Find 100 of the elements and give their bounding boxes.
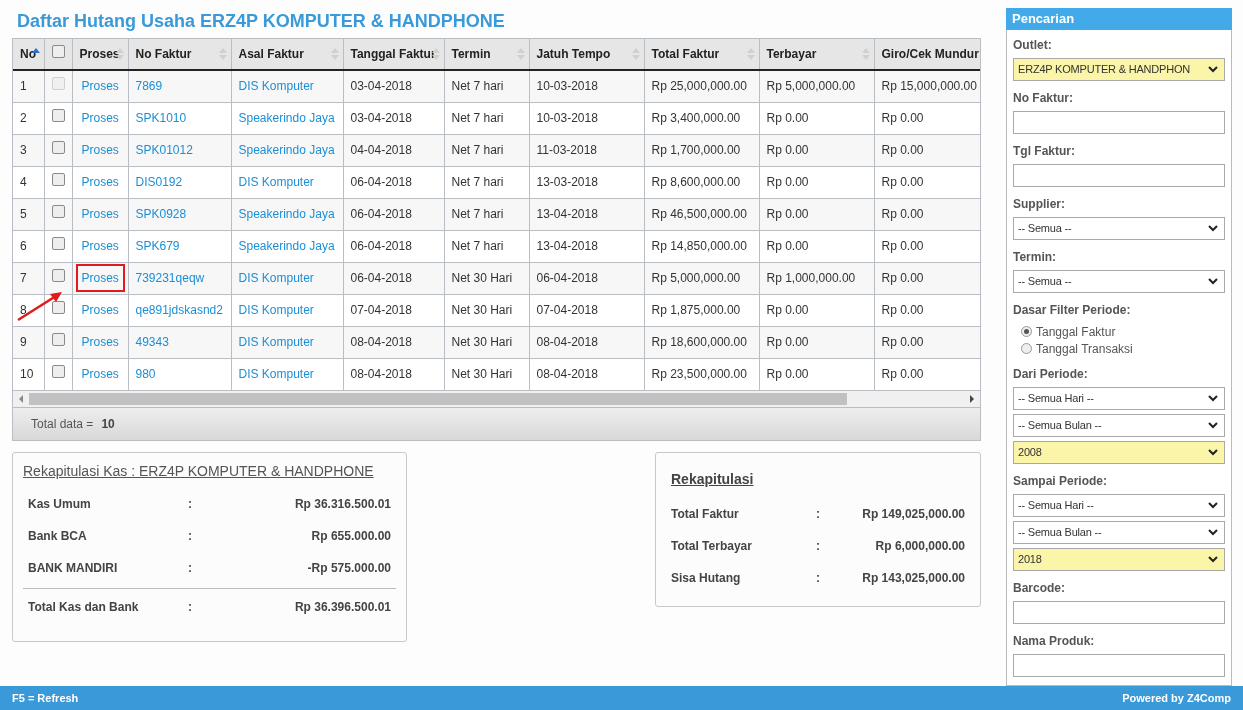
table-cell: 03-04-2018 (343, 102, 444, 134)
link-cell[interactable]: SPK01012 (128, 134, 231, 166)
table-cell: 13-03-2018 (529, 166, 644, 198)
link-cell[interactable]: DIS Komputer (231, 262, 343, 294)
link-cell[interactable]: SPK1010 (128, 102, 231, 134)
column-header[interactable]: Termin (444, 39, 529, 70)
dropdown[interactable]: -- Semua Hari -- (1013, 387, 1225, 410)
checkbox[interactable] (51, 173, 65, 186)
proses-link[interactable]: Proses (75, 328, 125, 356)
proses-link[interactable]: Proses (75, 296, 125, 324)
column-header[interactable]: Asal Faktur (231, 39, 343, 70)
proses-link[interactable]: Proses (75, 136, 125, 164)
column-header[interactable]: Proses (72, 39, 128, 70)
table-cell: Rp 0.00 (759, 358, 874, 390)
table-cell: Net 30 Hari (444, 358, 529, 390)
radio-label: Tanggal Transaksi (1036, 340, 1133, 358)
field-label: Nama Produk: (1013, 633, 1096, 650)
column-header[interactable]: No (13, 39, 44, 70)
dropdown[interactable]: -- Semua Bulan -- (1013, 414, 1225, 437)
link-cell[interactable]: DIS0192 (128, 166, 231, 198)
separator: : (188, 559, 192, 577)
column-header[interactable]: Giro/Cek Mundur (874, 39, 980, 70)
proses-link[interactable]: Proses (75, 168, 125, 196)
table-cell: Rp 0.00 (874, 262, 980, 294)
checkbox[interactable] (51, 141, 65, 154)
column-header[interactable]: Jatuh Tempo (529, 39, 644, 70)
checkbox[interactable] (51, 109, 65, 122)
table-cell: Rp 0.00 (874, 358, 980, 390)
summary-label: Sisa Hutang (671, 569, 742, 587)
column-header[interactable]: Tanggal Faktur (343, 39, 444, 70)
link-cell[interactable]: 739231qeqw (128, 262, 231, 294)
dropdown[interactable]: 2008 (1013, 441, 1225, 464)
input-field[interactable] (1013, 111, 1225, 134)
link-cell[interactable]: Speakerindo Jaya (231, 102, 343, 134)
table-cell: 08-04-2018 (343, 358, 444, 390)
link-cell[interactable]: qe891jdskasnd2 (128, 294, 231, 326)
link-cell[interactable]: DIS Komputer (231, 166, 343, 198)
link-cell[interactable]: 980 (128, 358, 231, 390)
table-cell: 06-04-2018 (343, 262, 444, 294)
summary-label: Kas Umum (28, 495, 92, 513)
chevron-down-icon (1208, 529, 1218, 536)
radio-label: Tanggal Faktur (1036, 323, 1116, 341)
table-cell: Rp 0.00 (874, 326, 980, 358)
table-cell: 3 (13, 134, 44, 166)
table-cell: 6 (13, 230, 44, 262)
proses-link[interactable]: Proses (75, 104, 125, 132)
table-cell: Rp 0.00 (874, 166, 980, 198)
table-cell: 06-04-2018 (343, 198, 444, 230)
table-cell: Net 7 hari (444, 198, 529, 230)
table-cell: Rp 1,875,000.00 (644, 294, 759, 326)
dropdown[interactable]: ERZ4P KOMPUTER & HANDPHON (1013, 58, 1225, 81)
table-cell: Rp 0.00 (874, 294, 980, 326)
checkbox[interactable] (51, 237, 65, 250)
checkbox[interactable] (51, 301, 65, 314)
proses-link[interactable]: Proses (75, 232, 125, 260)
dropdown[interactable]: -- Semua -- (1013, 217, 1225, 240)
table-cell: Rp 0.00 (759, 134, 874, 166)
checkbox[interactable] (51, 269, 65, 282)
panel-header: Pencarian (1006, 8, 1232, 30)
link-cell[interactable]: 49343 (128, 326, 231, 358)
link-cell[interactable]: DIS Komputer (231, 294, 343, 326)
link-cell[interactable]: Speakerindo Jaya (231, 198, 343, 230)
radio-button[interactable] (1021, 326, 1032, 337)
proses-link[interactable]: Proses (75, 200, 125, 228)
separator: : (816, 537, 820, 555)
link-cell[interactable]: Speakerindo Jaya (231, 134, 343, 166)
table-cell: 10-03-2018 (529, 70, 644, 102)
link-cell[interactable]: DIS Komputer (231, 358, 343, 390)
dropdown[interactable]: -- Semua -- (1013, 270, 1225, 293)
link-cell[interactable]: Speakerindo Jaya (231, 230, 343, 262)
checkbox[interactable] (51, 333, 65, 346)
checkbox[interactable] (51, 45, 65, 58)
input-field[interactable] (1013, 164, 1225, 187)
proses-link[interactable]: Proses (75, 360, 125, 388)
chevron-down-icon (1208, 278, 1218, 285)
input-field[interactable] (1013, 601, 1225, 624)
field-label: Barcode: (1013, 580, 1066, 597)
table-cell: Rp 8,600,000.00 (644, 166, 759, 198)
column-header[interactable]: Terbayar (759, 39, 874, 70)
summary-value: Rp 149,025,000.00 (861, 505, 965, 523)
radio-button[interactable] (1021, 343, 1032, 354)
link-cell[interactable]: SPK0928 (128, 198, 231, 230)
column-header[interactable]: Total Faktur (644, 39, 759, 70)
dropdown[interactable]: 2018 (1013, 548, 1225, 571)
link-cell[interactable]: SPK679 (128, 230, 231, 262)
dropdown[interactable]: -- Semua Hari -- (1013, 494, 1225, 517)
table-cell: Rp 0.00 (759, 230, 874, 262)
checkbox[interactable] (51, 365, 65, 378)
table-cell: Rp 15,000,000.00 (874, 70, 980, 102)
table-cell: 11-03-2018 (529, 134, 644, 166)
dropdown[interactable]: -- Semua Bulan -- (1013, 521, 1225, 544)
link-cell[interactable]: DIS Komputer (231, 326, 343, 358)
checkbox[interactable] (51, 205, 65, 218)
proses-link[interactable]: Proses (75, 264, 125, 292)
table-cell: 5 (13, 198, 44, 230)
chevron-down-icon (1208, 556, 1218, 563)
table-cell: 06-04-2018 (343, 230, 444, 262)
input-field[interactable] (1013, 654, 1225, 677)
column-header[interactable]: No Faktur (128, 39, 231, 70)
table-cell: Rp 1,000,000.00 (759, 262, 874, 294)
